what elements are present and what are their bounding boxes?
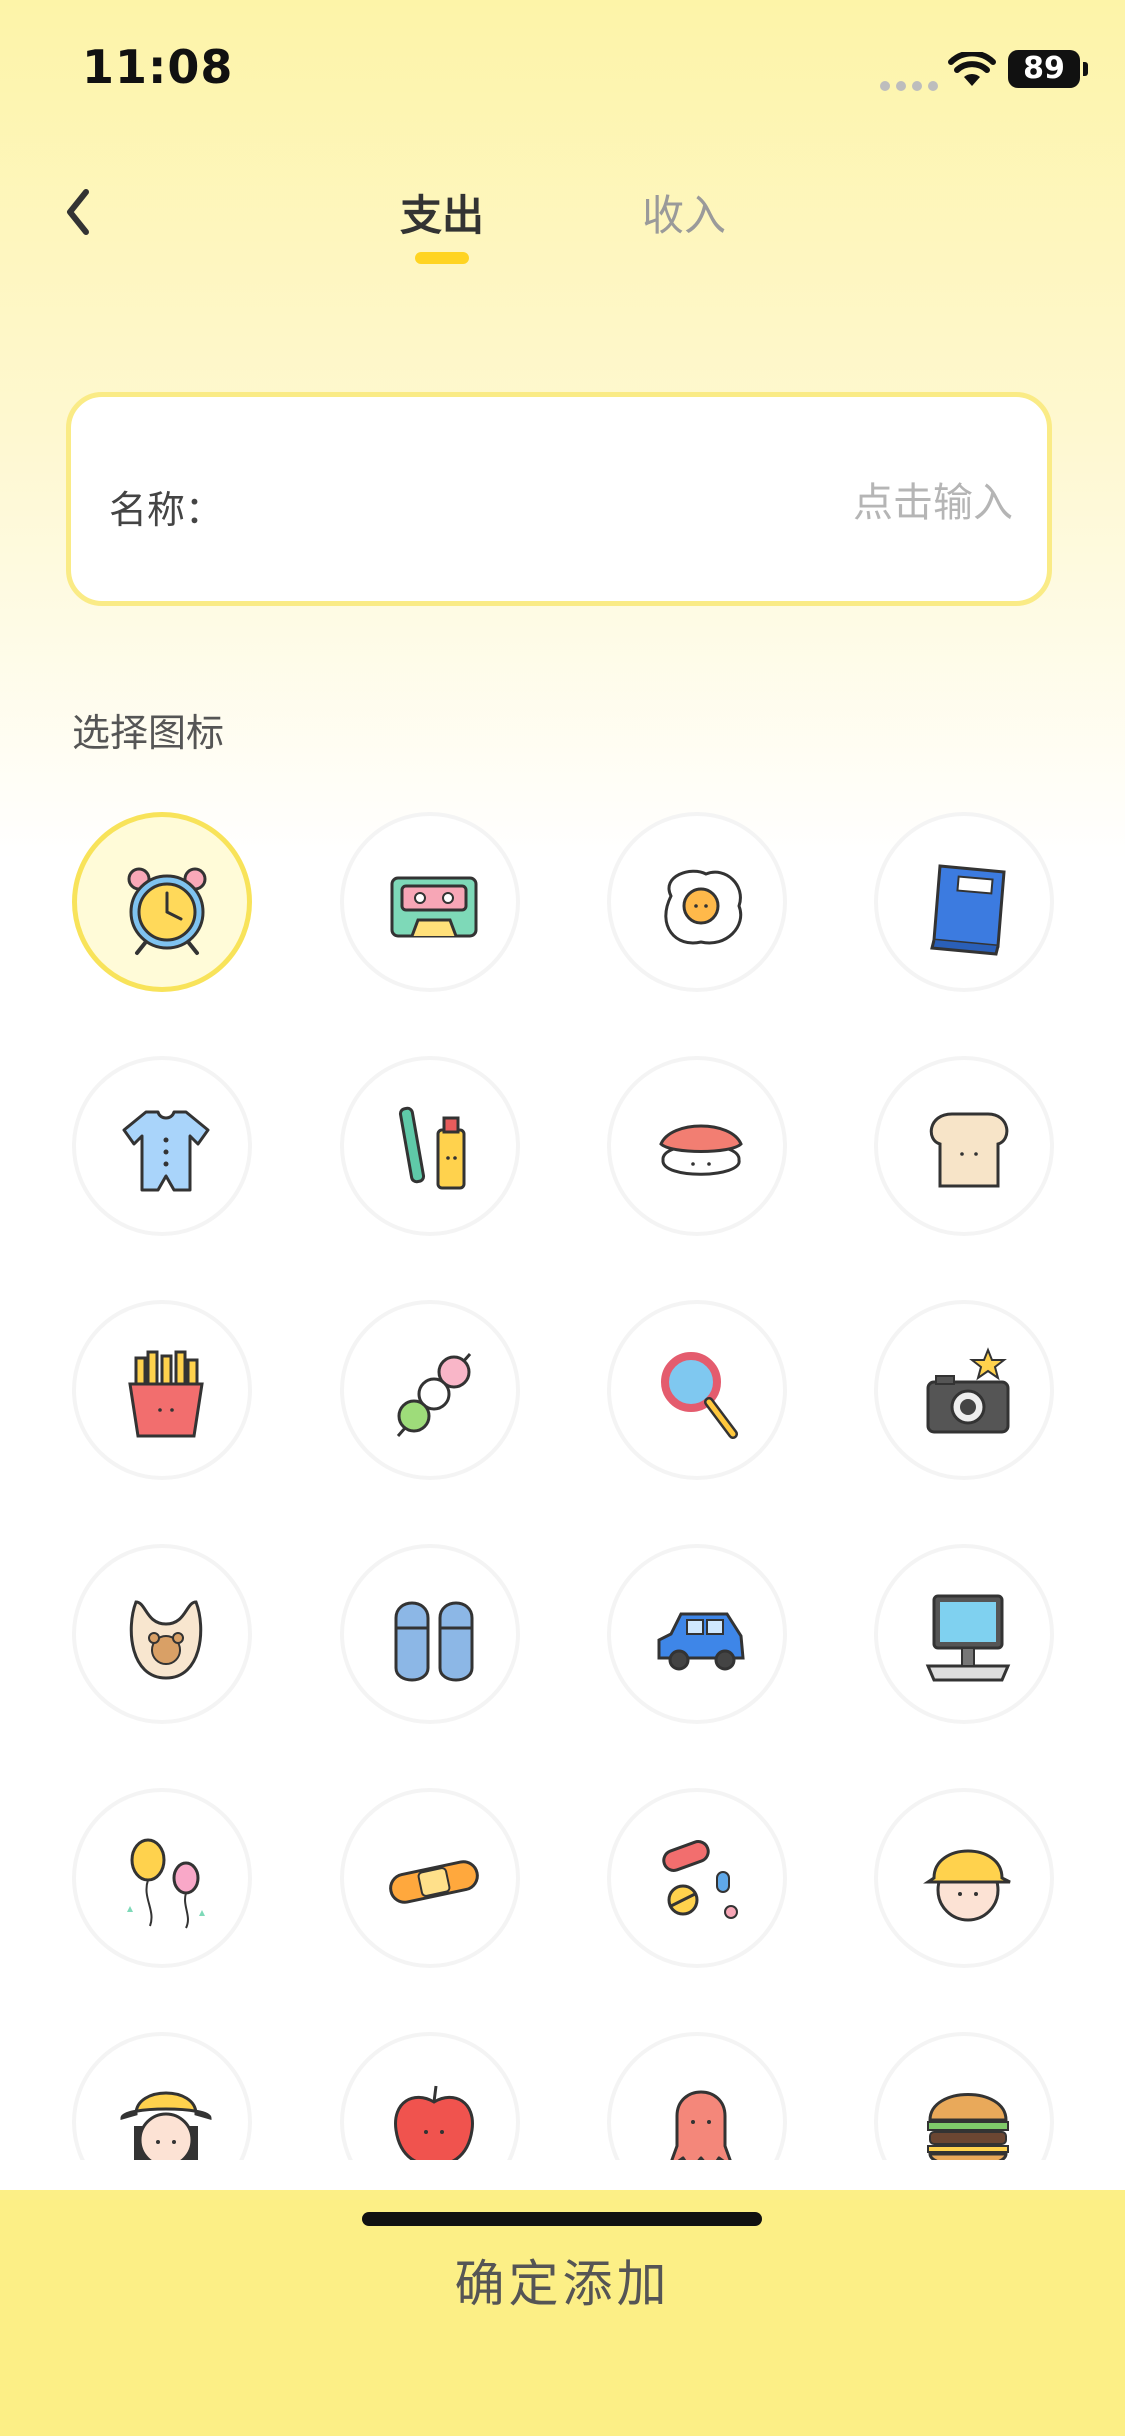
icon-option-dango[interactable] (340, 1300, 520, 1480)
pills-icon (662, 1840, 738, 1919)
tab-income[interactable]: 收入 (642, 182, 726, 243)
icon-option-car[interactable] (607, 1544, 787, 1724)
icon-option-girl-hat[interactable] (72, 2032, 252, 2160)
icon-grid (0, 800, 1125, 2160)
icon-option-fries[interactable] (72, 1300, 252, 1480)
alarm-clock-icon (127, 867, 207, 955)
icon-option-notebook[interactable] (874, 812, 1054, 992)
name-input-card: 名称： (66, 392, 1052, 606)
battery-tip (1083, 62, 1088, 76)
magnifier-icon (661, 1352, 738, 1439)
choose-icon-heading: 选择图标 (72, 711, 225, 755)
icon-option-alarm-clock[interactable] (72, 812, 252, 992)
name-input[interactable] (251, 467, 1015, 539)
camera-icon (926, 1347, 1010, 1434)
icon-option-toothbrush[interactable] (340, 1056, 520, 1236)
name-label: 名称： (109, 488, 224, 532)
bread-toast-icon (929, 1112, 1009, 1188)
dango-skewer-icon (396, 1353, 472, 1437)
pc-computer-icon (925, 1594, 1011, 1682)
top-nav: 支出 收入 (0, 160, 1125, 280)
cellular-signal-icon (880, 76, 944, 95)
sushi-icon (659, 1124, 743, 1176)
girl-yellow-hat-icon (120, 2091, 212, 2160)
icon-option-balloons[interactable] (72, 1788, 252, 1968)
icon-option-bandage[interactable] (340, 1788, 520, 1968)
icon-option-magnifier[interactable] (607, 1300, 787, 1480)
back-chevron-icon[interactable] (58, 182, 98, 242)
tab-expense[interactable]: 支出 (400, 182, 484, 243)
kid-yellow-cap-icon (923, 1849, 1011, 1922)
icon-option-pills[interactable] (607, 1788, 787, 1968)
icon-option-octopus[interactable] (607, 2032, 787, 2160)
home-indicator[interactable] (362, 2212, 762, 2226)
icon-option-burger[interactable] (874, 2032, 1054, 2160)
icon-option-fried-egg[interactable] (607, 812, 787, 992)
balloons-icon (127, 1838, 205, 1929)
icon-option-sushi[interactable] (607, 1056, 787, 1236)
apple-icon (394, 2085, 474, 2160)
battery-indicator: 89 (1008, 50, 1080, 88)
status-time: 11:08 (82, 40, 234, 94)
icon-option-bread[interactable] (874, 1056, 1054, 1236)
baby-romper-icon (122, 1110, 210, 1192)
octopus-icon (670, 2090, 732, 2160)
car-icon (657, 1612, 745, 1671)
slippers-icon (394, 1601, 474, 1682)
icon-option-slippers[interactable] (340, 1544, 520, 1724)
wifi-icon (948, 52, 996, 86)
icon-option-kid-cap[interactable] (874, 1788, 1054, 1968)
footer-bar: 确定添加 (0, 2190, 1125, 2436)
baby-bib-icon (129, 1600, 203, 1680)
french-fries-icon (128, 1350, 204, 1438)
bandage-icon (389, 1860, 479, 1904)
burger-icon (927, 2093, 1009, 2160)
icon-option-cassette[interactable] (340, 812, 520, 992)
icon-option-camera[interactable] (874, 1300, 1054, 1480)
cassette-tape-icon (390, 876, 478, 938)
icon-option-apple[interactable] (340, 2032, 520, 2160)
icon-option-bib[interactable] (72, 1544, 252, 1724)
status-bar: 11:08 89 (0, 0, 1125, 140)
icon-option-pc[interactable] (874, 1544, 1054, 1724)
notebook-icon (930, 864, 1006, 956)
fried-egg-icon (664, 869, 743, 945)
icon-option-baby-romper[interactable] (72, 1056, 252, 1236)
active-tab-indicator (415, 252, 469, 264)
toothbrush-toothpaste-icon (398, 1106, 466, 1190)
